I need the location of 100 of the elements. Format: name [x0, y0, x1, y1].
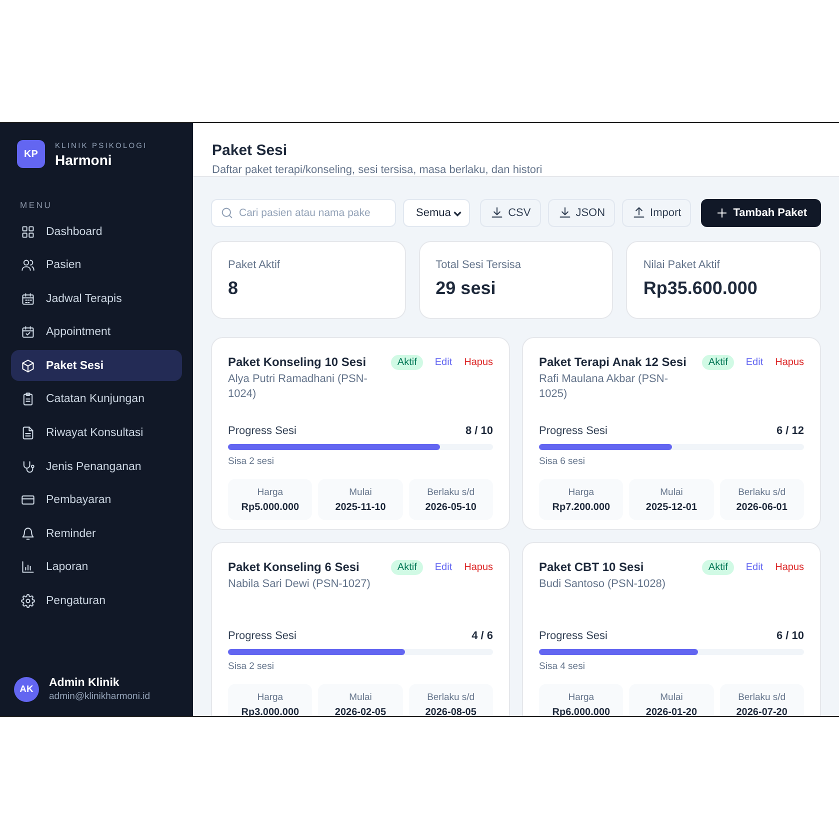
search-icon: [220, 206, 234, 220]
patient-name: Rafi Maulana Akbar (PSN-1025): [539, 372, 669, 402]
detail-label: Mulai: [660, 692, 683, 702]
status-badge: Aktif: [391, 355, 423, 370]
upload-icon: [632, 206, 646, 220]
bell-icon: [21, 526, 35, 541]
detail-label: Berlaku s/d: [427, 486, 475, 498]
detail-value: 2026-07-20: [736, 706, 788, 716]
user-avatar: AK: [14, 677, 39, 702]
plus-icon: [715, 206, 730, 220]
stat-value: 29 sesi: [436, 278, 497, 299]
detail-value: 2026-05-10: [425, 502, 476, 512]
add-button[interactable]: Tambah Paket: [701, 199, 821, 227]
status-badge: Aktif: [391, 560, 423, 575]
user-name: Admin Klinik: [49, 677, 120, 689]
grid-icon: [21, 224, 35, 238]
document-icon: [21, 426, 35, 440]
detail-label: Mulai: [349, 692, 372, 702]
progress-label: Progress Sesi: [228, 630, 296, 642]
sidebar-item[interactable]: Dashboard: [11, 216, 182, 247]
delete-link[interactable]: Hapus: [775, 562, 804, 573]
patient-name: Budi Santoso (PSN-1028): [539, 577, 667, 592]
users-icon: [21, 258, 35, 272]
calendar-check-icon: [21, 325, 35, 340]
detail-label: Harga: [257, 692, 284, 702]
sidebar-item[interactable]: Pembayaran: [11, 484, 182, 516]
status-badge: Aktif: [702, 560, 734, 575]
clipboard-icon: [21, 392, 35, 406]
user-email: admin@klinikharmoni.id: [49, 691, 150, 702]
remaining-sessions: Sisa 2 sesi: [228, 661, 275, 672]
menu-heading: MENU: [20, 200, 54, 210]
download-icon: [558, 206, 572, 220]
sidebar-item[interactable]: Pasien: [11, 250, 182, 281]
stat-label: Total Sesi Tersisa: [436, 259, 522, 271]
detail-label: Berlaku s/d: [738, 692, 786, 702]
sidebar-item[interactable]: Laporan: [11, 552, 182, 583]
progress-value: 4 / 6: [472, 630, 493, 642]
detail-value: 2026-06-01: [736, 502, 788, 512]
progress-label: Progress Sesi: [539, 630, 608, 642]
sidebar-item[interactable]: Reminder: [11, 518, 182, 550]
delete-link[interactable]: Hapus: [464, 562, 493, 573]
progress-value: 6 / 12: [776, 425, 804, 437]
detail-label: Harga: [568, 692, 594, 702]
progress-value: 6 / 10: [776, 630, 804, 642]
patient-name: Nabila Sari Dewi (PSN-1027): [228, 577, 372, 592]
upload-button[interactable]: Import: [622, 199, 692, 227]
page-title: Paket Sesi: [212, 142, 288, 159]
detail-value: Rp5.000.000: [241, 502, 300, 512]
remaining-sessions: Sisa 6 sesi: [539, 456, 586, 467]
sidebar-item[interactable]: Riwayat Konsultasi: [11, 418, 182, 449]
stat-label: Nilai Paket Aktif: [643, 259, 721, 271]
stat-label: Paket Aktif: [228, 259, 281, 271]
detail-value: 2026-08-05: [425, 706, 476, 716]
patient-name: Alya Putri Ramadhani (PSN-1024): [228, 372, 368, 402]
detail-label: Mulai: [660, 486, 683, 498]
detail-label: Harga: [568, 486, 594, 498]
package-title: Paket Konseling 6 Sesi: [228, 560, 360, 574]
progress-label: Progress Sesi: [228, 425, 296, 437]
settings-icon: [21, 594, 35, 608]
bar-chart-icon: [21, 560, 35, 574]
filter-dropdown[interactable]: Semua: [403, 199, 470, 227]
package-title: Paket Terapi Anak 12 Sesi: [539, 355, 688, 369]
download-button[interactable]: JSON: [548, 199, 616, 227]
detail-value: Rp7.200.000: [552, 502, 610, 512]
stat-value: 8: [228, 278, 240, 299]
delete-link[interactable]: Hapus: [464, 357, 493, 368]
detail-label: Berlaku s/d: [427, 692, 475, 702]
detail-value: 2026-01-20: [646, 706, 698, 716]
edit-link[interactable]: Edit: [746, 357, 764, 368]
detail-label: Harga: [257, 486, 284, 498]
status-badge: Aktif: [702, 355, 734, 370]
box-icon: [21, 358, 35, 373]
sidebar-item[interactable]: Paket Sesi: [11, 350, 182, 382]
sidebar-item[interactable]: Appointment: [11, 316, 182, 348]
sidebar-item[interactable]: Jadwal Terapis: [11, 283, 182, 314]
download-icon: [490, 206, 504, 220]
calendar-icon: [21, 292, 35, 306]
edit-link[interactable]: Edit: [746, 562, 764, 573]
stethoscope-icon: [21, 460, 35, 474]
delete-link[interactable]: Hapus: [775, 357, 804, 368]
edit-link[interactable]: Edit: [434, 562, 452, 573]
search-field[interactable]: Cari pasien atau nama pake: [211, 199, 396, 227]
progress-value: 8 / 10: [465, 425, 493, 437]
remaining-sessions: Sisa 2 sesi: [228, 456, 275, 467]
sidebar-item[interactable]: Jenis Penanganan: [11, 451, 182, 482]
detail-value: 2026-02-05: [334, 706, 386, 716]
logo: KP: [17, 140, 45, 168]
credit-card-icon: [21, 493, 35, 508]
package-title: Paket CBT 10 Sesi: [539, 560, 645, 574]
page-subtitle: Daftar paket terapi/konseling, sesi tersisa, masa berlaku, dan histori: [212, 164, 544, 176]
edit-link[interactable]: Edit: [434, 357, 452, 368]
sidebar-item[interactable]: Pengaturan: [11, 586, 182, 617]
package-title: Paket Konseling 10 Sesi: [228, 355, 368, 369]
detail-value: 2025-12-01: [646, 502, 698, 512]
stat-value: Rp35.600.000: [643, 278, 758, 299]
detail-value: 2025-11-10: [335, 502, 386, 512]
download-button[interactable]: CSV: [480, 199, 541, 227]
remaining-sessions: Sisa 4 sesi: [539, 661, 586, 672]
detail-label: Mulai: [349, 486, 372, 498]
sidebar-item[interactable]: Catatan Kunjungan: [11, 384, 182, 415]
